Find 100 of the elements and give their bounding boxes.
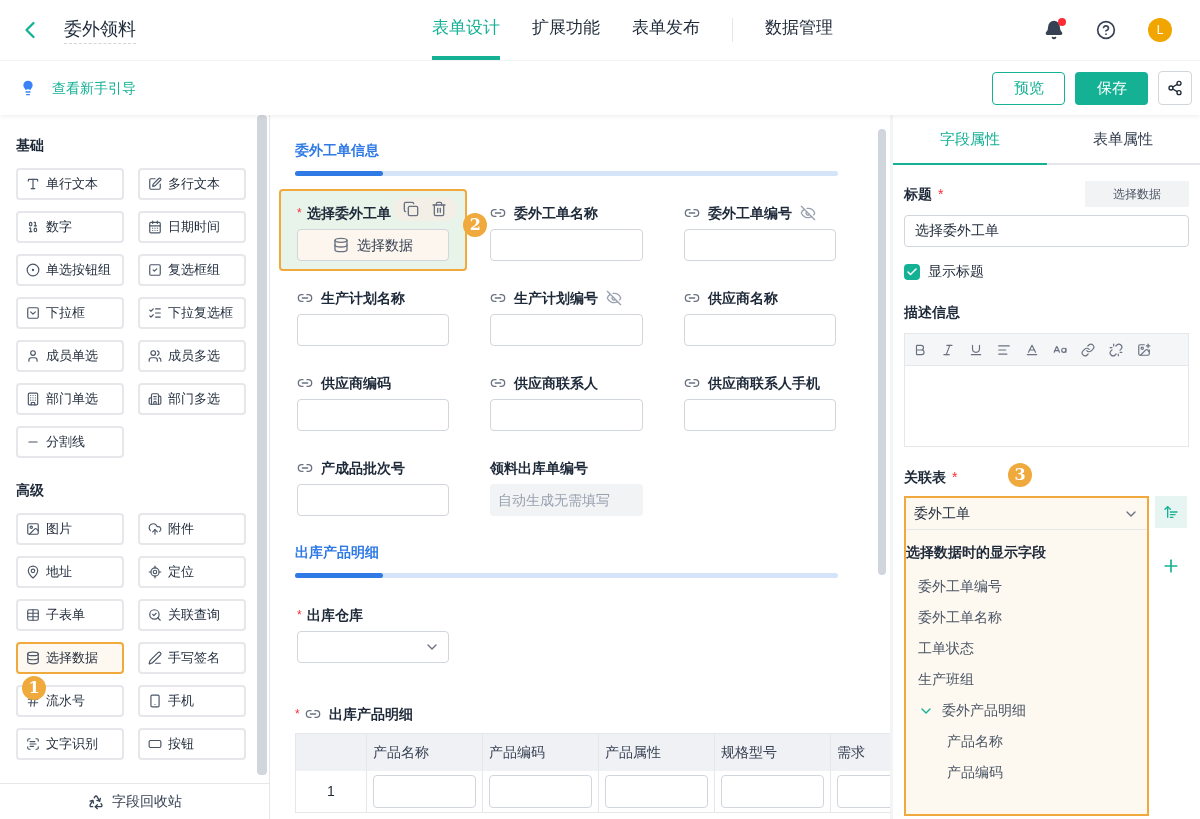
share-button[interactable] [1158, 71, 1192, 105]
dropdown-icon [26, 306, 40, 320]
subform-label: 出库产品明细 [329, 704, 413, 724]
nav-tab[interactable]: 扩展功能 [532, 0, 600, 60]
component-item[interactable]: 子表单 [16, 599, 124, 631]
input-field[interactable] [683, 314, 836, 346]
input-field[interactable] [297, 399, 450, 431]
title-label: 标题 [904, 184, 932, 204]
component-item[interactable]: 手写签名 [137, 642, 246, 674]
component-item[interactable]: 下拉框 [16, 297, 124, 329]
display-field-item[interactable]: 委外产品明细 [942, 700, 1026, 721]
image-icon[interactable] [1137, 342, 1151, 357]
underline-icon[interactable] [969, 342, 983, 357]
scrollbar[interactable] [878, 129, 886, 575]
field-label: 委外工单编号 [707, 203, 792, 223]
hidden-icon [606, 290, 623, 306]
component-item[interactable]: 文字识别 [16, 728, 124, 760]
step-marker: 3 [1008, 463, 1032, 487]
button-icon [147, 737, 162, 751]
upload-icon [147, 522, 162, 536]
component-item[interactable]: 多行文本 [137, 168, 246, 200]
field-label: 供应商编码 [321, 373, 391, 393]
required-mark: * [297, 205, 303, 221]
field-type-button[interactable]: 选择数据 [1085, 181, 1189, 207]
component-item[interactable]: 图片 [16, 513, 124, 545]
delete-icon[interactable] [431, 201, 448, 217]
cell-input[interactable] [489, 774, 592, 808]
component-item[interactable]: 关联查询 [137, 599, 246, 631]
component-item[interactable]: 附件 [137, 513, 246, 545]
nav-tab[interactable]: 数据管理 [765, 0, 833, 60]
title-input[interactable]: 选择委外工单 [904, 215, 1189, 247]
component-item[interactable]: 复选框组 [137, 254, 246, 286]
required-mark: * [952, 468, 958, 487]
component-item[interactable]: 成员单选 [16, 340, 124, 372]
component-item[interactable]: 部门单选 [16, 383, 124, 415]
column-header: 规格型号 [714, 733, 831, 771]
field-label: 领料出库单编号 [490, 458, 589, 478]
scrollbar[interactable] [257, 115, 267, 775]
section-title: 委外工单信息 [295, 141, 380, 160]
display-field-item[interactable]: 生产班组 [918, 669, 974, 690]
component-item[interactable]: 定位 [137, 556, 246, 588]
component-item[interactable]: 分割线 [16, 426, 124, 458]
locate-icon [147, 565, 162, 579]
related-table-label: 关联表 [904, 468, 946, 487]
cell-input[interactable] [373, 774, 476, 808]
display-field-item[interactable]: 委外工单名称 [918, 607, 1002, 628]
input-field[interactable] [490, 399, 643, 431]
input-field[interactable] [683, 229, 836, 261]
component-item[interactable]: 手机 [137, 685, 246, 717]
checkbox-icon [147, 263, 162, 277]
component-item[interactable]: 单选按钮组 [16, 254, 124, 286]
bold-icon[interactable] [913, 342, 927, 357]
help-icon[interactable] [1096, 20, 1116, 40]
display-field-item[interactable]: 委外工单编号 [918, 576, 1002, 597]
component-item[interactable]: 选择数据 [16, 642, 124, 674]
cell-input[interactable] [605, 774, 708, 808]
display-fields-label: 选择数据时的显示字段 [906, 543, 1047, 562]
nav-tab[interactable]: 表单发布 [632, 0, 700, 60]
select-field[interactable] [297, 631, 450, 663]
form-title[interactable]: 委外领料 [64, 16, 136, 44]
field-label: 生产计划名称 [321, 288, 405, 308]
component-item[interactable]: 数字 [16, 211, 124, 243]
component-item[interactable]: 日期时间 [137, 211, 246, 243]
align-icon[interactable] [997, 342, 1011, 357]
sort-button[interactable] [1155, 496, 1187, 528]
field-label: 产成品批次号 [321, 458, 405, 478]
input-field[interactable] [297, 314, 450, 346]
display-field-item[interactable]: 产品编码 [947, 762, 1003, 783]
database-icon [26, 651, 40, 665]
input-field[interactable] [297, 484, 450, 516]
copy-icon[interactable] [403, 201, 420, 217]
font-color-icon[interactable] [1025, 342, 1039, 357]
component-item[interactable]: 地址 [16, 556, 124, 588]
building-icon [147, 392, 162, 406]
display-field-item[interactable]: 产品名称 [947, 731, 1003, 752]
field-label: 供应商联系人手机 [707, 373, 820, 393]
display-field-item[interactable]: 工单状态 [918, 638, 974, 659]
required-mark: * [297, 607, 303, 623]
selected-field-card[interactable]: * 选择委外工单 选择数据 [279, 189, 468, 271]
checkbox[interactable] [904, 263, 920, 280]
italic-icon[interactable] [941, 342, 955, 357]
input-field[interactable] [490, 314, 643, 346]
component-item[interactable]: 部门多选 [137, 383, 246, 415]
row-number: 1 [295, 770, 367, 813]
field-label: 委外工单名称 [514, 203, 599, 223]
input-field[interactable] [683, 399, 836, 431]
cell-input[interactable] [721, 774, 824, 808]
input-field[interactable] [490, 229, 643, 261]
field-label: 供应商联系人 [514, 373, 599, 393]
component-item[interactable]: 按钮 [137, 728, 246, 760]
recycle-icon [87, 793, 104, 810]
unlink-icon[interactable] [1109, 342, 1123, 357]
component-item[interactable]: 单行文本 [16, 168, 124, 200]
link-icon[interactable] [1081, 342, 1095, 357]
bell-icon[interactable] [1044, 20, 1064, 40]
select-data-button[interactable]: 选择数据 [297, 229, 450, 261]
component-item[interactable]: 下拉复选框 [137, 297, 246, 329]
property-tab[interactable]: 表单属性 [1046, 115, 1200, 165]
related-table-select[interactable]: 委外工单 [906, 498, 1147, 530]
component-item[interactable]: 成员多选 [137, 340, 246, 372]
